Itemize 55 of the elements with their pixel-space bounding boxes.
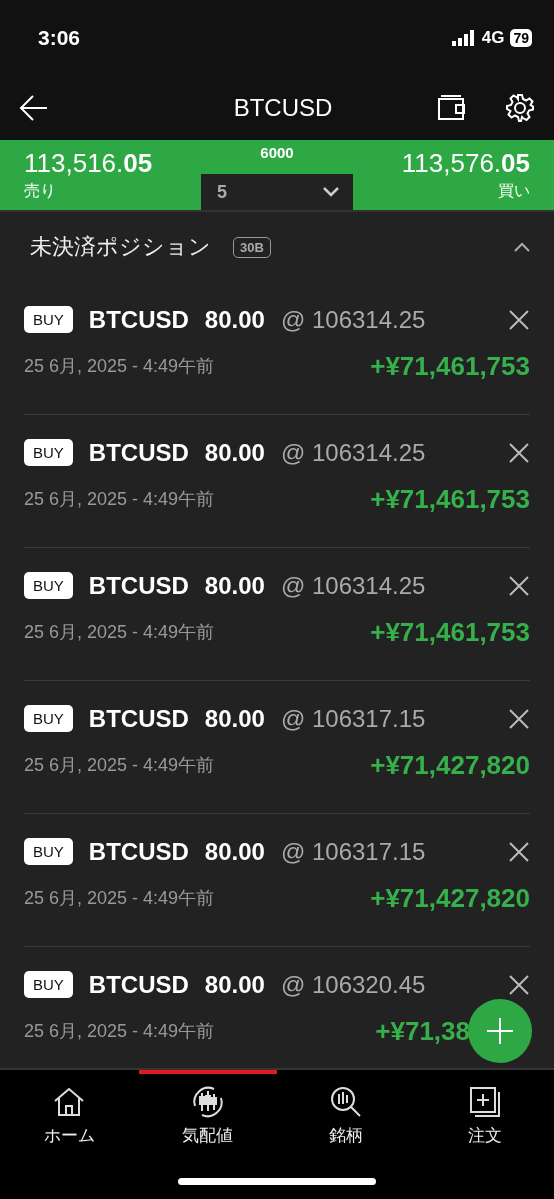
status-time: 3:06 <box>38 25 81 50</box>
position-symbol: BTCUSD <box>88 970 189 999</box>
spread-value: 6000 <box>260 144 294 161</box>
nav-tab[interactable]: ホーム <box>0 1070 139 1199</box>
position-volume: 80.00 <box>204 837 265 866</box>
open-time: 25 6月, 2025 - 4:49午前 <box>24 355 215 378</box>
open-price: @ 106314.25 <box>280 571 426 600</box>
open-price: @ 106317.15 <box>280 837 426 866</box>
side-tag: BUY <box>24 439 73 466</box>
side-tag: BUY <box>24 705 73 732</box>
profit-value: +¥71,461,753 <box>370 616 530 648</box>
page-title: BTCUSD <box>232 93 334 122</box>
signal-icon <box>451 29 476 46</box>
profit-value: +¥71,427,820 <box>370 749 530 781</box>
side-tag: BUY <box>24 971 73 998</box>
back-arrow-icon[interactable] <box>19 92 49 123</box>
open-price: @ 106314.25 <box>280 305 426 334</box>
position-symbol: BTCUSD <box>88 571 189 600</box>
position-symbol: BTCUSD <box>88 704 189 733</box>
lot-dropdown[interactable]: 5 <box>201 174 353 210</box>
open-time: 25 6月, 2025 - 4:49午前 <box>24 754 215 777</box>
chevron-icon[interactable] <box>514 242 530 252</box>
profit-value: +¥71,461,753 <box>370 350 530 382</box>
battery-level: 79 <box>510 28 532 47</box>
nav-tab[interactable]: 銘柄 <box>277 1070 416 1199</box>
wallet-icon[interactable] <box>436 92 468 123</box>
open-price: @ 106317.15 <box>280 704 426 733</box>
buy-label: 買い <box>498 181 530 201</box>
position-symbol: BTCUSD <box>88 305 189 334</box>
open-time: 25 6月, 2025 - 4:49午前 <box>24 488 215 511</box>
position-count-badge: 30B <box>233 236 271 258</box>
caret-icon[interactable] <box>323 187 339 197</box>
open-time: 25 6月, 2025 - 4:49午前 <box>24 621 215 644</box>
nav-tab[interactable]: 注文 <box>415 1070 554 1199</box>
open-time: 25 6月, 2025 - 4:49午前 <box>24 1020 215 1043</box>
section-title: 未決済ポジション <box>30 233 211 261</box>
side-tag: BUY <box>24 572 73 599</box>
position-volume: 80.00 <box>204 305 265 334</box>
open-price: @ 106320.45 <box>280 970 426 999</box>
sell-label: 売り <box>24 181 56 201</box>
profit-value: +¥71,427,820 <box>370 882 530 914</box>
position-volume: 80.00 <box>204 571 265 600</box>
position-volume: 80.00 <box>204 438 265 467</box>
network-type: 4G <box>481 27 505 48</box>
position-symbol: BTCUSD <box>88 837 189 866</box>
side-tag: BUY <box>24 306 73 333</box>
settings-icon[interactable] <box>505 92 535 123</box>
profit-value: +¥71,38 <box>375 1015 470 1047</box>
side-tag: BUY <box>24 838 73 865</box>
position-volume: 80.00 <box>204 970 265 999</box>
open-time: 25 6月, 2025 - 4:49午前 <box>24 887 215 910</box>
position-volume: 80.00 <box>204 704 265 733</box>
profit-value: +¥71,461,753 <box>370 483 530 515</box>
open-price: @ 106314.25 <box>280 438 426 467</box>
position-symbol: BTCUSD <box>88 438 189 467</box>
